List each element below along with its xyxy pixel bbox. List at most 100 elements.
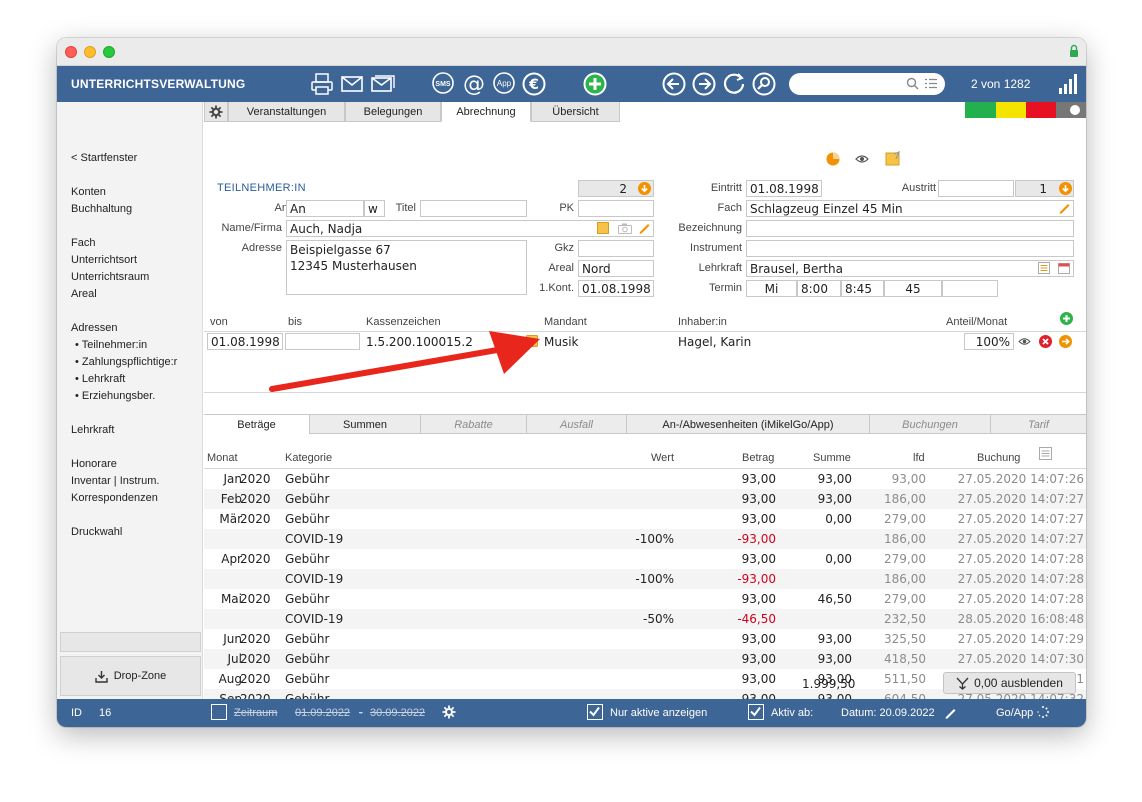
sidebar-back-startfenster[interactable]: < Startfenster	[71, 152, 137, 164]
btab-anwesenheiten[interactable]: An-/Abwesenheiten (iMikelGo/App)	[627, 415, 870, 434]
austritt-dropdown-icon[interactable]	[1059, 182, 1072, 195]
at-icon[interactable]: @	[461, 71, 487, 97]
mail-batch-icon[interactable]	[370, 71, 396, 97]
zoom-window-button[interactable]	[103, 46, 115, 58]
zeitraum-from[interactable]: 01.09.2022	[295, 707, 350, 719]
anrede-field[interactable]: An	[286, 200, 364, 217]
mail-icon[interactable]	[339, 71, 365, 97]
sidebar-item-fach[interactable]: Fach	[71, 237, 95, 249]
eye-icon[interactable]	[855, 154, 869, 164]
table-row[interactable]: Jul 2020 Gebühr 93,00 93,00 418,50 27.05.2020 …	[204, 649, 1086, 669]
pk-field[interactable]	[578, 200, 654, 217]
btab-buchungen[interactable]: Buchungen	[870, 415, 991, 434]
titel-field[interactable]	[420, 200, 527, 217]
tab-uebersicht[interactable]: Übersicht	[531, 102, 620, 122]
btab-ausfall[interactable]: Ausfall	[527, 415, 627, 434]
sidebar-item-zahlungspflichtige[interactable]: • Zahlungspflichtige:r	[75, 356, 177, 368]
zeitraum-to[interactable]: 30.09.2022	[370, 707, 425, 719]
mandate-view-icon[interactable]	[1018, 337, 1031, 346]
table-row[interactable]: Jan 2020 Gebühr 93,00 93,00 93,00 27.05.2020 1…	[204, 469, 1086, 489]
refresh-icon[interactable]	[721, 71, 747, 97]
zeitraum-gear-icon[interactable]	[442, 705, 456, 719]
tab-settings[interactable]	[204, 102, 228, 122]
termin-day-field[interactable]: Mi	[746, 280, 797, 297]
bezeichnung-field[interactable]	[746, 220, 1074, 237]
add-mandate-icon[interactable]	[1060, 312, 1073, 325]
table-row[interactable]: Feb 2020 Gebühr 93,00 93,00 186,00 27.05.2020 …	[204, 489, 1086, 509]
forward-icon[interactable]	[691, 71, 717, 97]
fach-field[interactable]: Schlagzeug Einzel 45 Min	[746, 200, 1074, 217]
close-window-button[interactable]	[65, 46, 77, 58]
sidebar-item-inventar[interactable]: Inventar | Instrum.	[71, 475, 159, 487]
sidebar-item-druckwahl[interactable]: Druckwahl	[71, 526, 122, 538]
austritt-field[interactable]	[938, 180, 1014, 197]
termin-start-field[interactable]: 8:00	[797, 280, 841, 297]
sidebar-item-unterrichtsraum[interactable]: Unterrichtsraum	[71, 271, 149, 283]
table-row[interactable]: COVID-19 -100% -93,00 186,00 27.05.2020 14:0…	[204, 569, 1086, 589]
sidebar-item-erziehungsber[interactable]: • Erziehungsber.	[75, 390, 155, 402]
search-toolbar-icon[interactable]	[751, 71, 777, 97]
hide-zero-button[interactable]: 0,00 ausblenden	[943, 672, 1076, 694]
tab-veranstaltungen[interactable]: Veranstaltungen	[228, 102, 345, 122]
goapp-label[interactable]: Go/App	[996, 707, 1033, 719]
sidebar-item-unterrichtsort[interactable]: Unterrichtsort	[71, 254, 137, 266]
termin-duration-field[interactable]: 45	[884, 280, 942, 297]
list-small-icon[interactable]	[1038, 262, 1050, 274]
euro-icon[interactable]: €	[521, 71, 547, 97]
termin-end-field[interactable]: 8:45	[841, 280, 884, 297]
btab-tarif[interactable]: Tarif	[991, 415, 1086, 434]
count-dropdown-icon[interactable]	[638, 182, 651, 195]
table-row[interactable]: COVID-19 -50% -46,50 232,50 28.05.2020 16:08…	[204, 609, 1086, 629]
sidebar-item-buchhaltung[interactable]: Buchhaltung	[71, 203, 132, 215]
btab-betraege[interactable]: Beträge	[204, 415, 310, 434]
btab-summen[interactable]: Summen	[310, 415, 421, 434]
nur-aktive-checkbox[interactable]	[587, 704, 603, 720]
table-row[interactable]: Mär 2020 Gebühr 93,00 0,00 279,00 27.05.2020 1…	[204, 509, 1086, 529]
table-row[interactable]: Jun 2020 Gebühr 93,00 93,00 325,50 27.05.2020 …	[204, 629, 1086, 649]
table-row[interactable]: COVID-19 -100% -93,00 186,00 27.05.2020 14:0…	[204, 529, 1086, 549]
gkz-field[interactable]	[578, 240, 654, 257]
areal-field[interactable]: Nord	[578, 260, 654, 277]
sidebar-item-lehrkraft[interactable]: Lehrkraft	[71, 424, 114, 436]
mandate-open-icon[interactable]	[1059, 335, 1072, 348]
tab-belegungen[interactable]: Belegungen	[345, 102, 441, 122]
pie-chart-icon[interactable]	[826, 152, 840, 166]
sidebar-item-konten[interactable]: Konten	[71, 186, 106, 198]
table-row[interactable]: Apr 2020 Gebühr 93,00 0,00 279,00 27.05.2020 1…	[204, 549, 1086, 569]
status-toggle[interactable]	[1056, 102, 1086, 118]
search-input[interactable]	[789, 73, 945, 95]
sidebar-item-korrespondenzen[interactable]: Korrespondenzen	[71, 492, 158, 504]
table-columns-icon[interactable]	[1039, 447, 1052, 460]
app-icon[interactable]: App	[491, 71, 517, 97]
termin-extra-field[interactable]	[942, 280, 998, 297]
lehrkraft-field[interactable]: Brausel, Bertha	[746, 260, 1074, 277]
datum-edit-icon[interactable]	[944, 706, 957, 719]
sidebar-item-teilnehmer[interactable]: • Teilnehmer:in	[75, 339, 147, 351]
sms-icon[interactable]: SMS	[430, 71, 456, 97]
mandate-anteil-field[interactable]: 100%	[964, 333, 1014, 350]
minimize-window-button[interactable]	[84, 46, 96, 58]
btab-rabatte[interactable]: Rabatte	[421, 415, 527, 434]
drop-zone[interactable]: Drop-Zone	[60, 656, 201, 696]
add-icon[interactable]	[582, 71, 608, 97]
list-icon[interactable]	[925, 78, 937, 89]
mandate-delete-icon[interactable]	[1039, 335, 1052, 348]
sidebar-item-areal[interactable]: Areal	[71, 288, 97, 300]
lock-icon[interactable]	[1069, 44, 1079, 58]
back-icon[interactable]	[661, 71, 687, 97]
adresse-field[interactable]: Beispielgasse 67 12345 Musterhausen	[286, 240, 527, 295]
zeitraum-checkbox[interactable]	[211, 704, 227, 720]
camera-icon[interactable]	[618, 223, 632, 234]
fach-edit-icon[interactable]	[1058, 201, 1071, 214]
sidebar-item-honorare[interactable]: Honorare	[71, 458, 117, 470]
sidebar-item-lehrkraft-sub[interactable]: • Lehrkraft	[75, 373, 125, 385]
anrede-code-field[interactable]: w	[364, 200, 385, 217]
kont-field[interactable]: 01.08.1998	[578, 280, 654, 297]
note-small-icon[interactable]	[597, 222, 609, 234]
calendar-icon[interactable]	[1058, 262, 1070, 274]
eintritt-field[interactable]: 01.08.1998	[746, 180, 822, 197]
table-row[interactable]: Mai 2020 Gebühr 93,00 46,50 279,00 27.05.2020 …	[204, 589, 1086, 609]
aktiv-ab-checkbox[interactable]	[748, 704, 764, 720]
instrument-field[interactable]	[746, 240, 1074, 257]
tab-abrechnung[interactable]: Abrechnung	[441, 102, 531, 122]
